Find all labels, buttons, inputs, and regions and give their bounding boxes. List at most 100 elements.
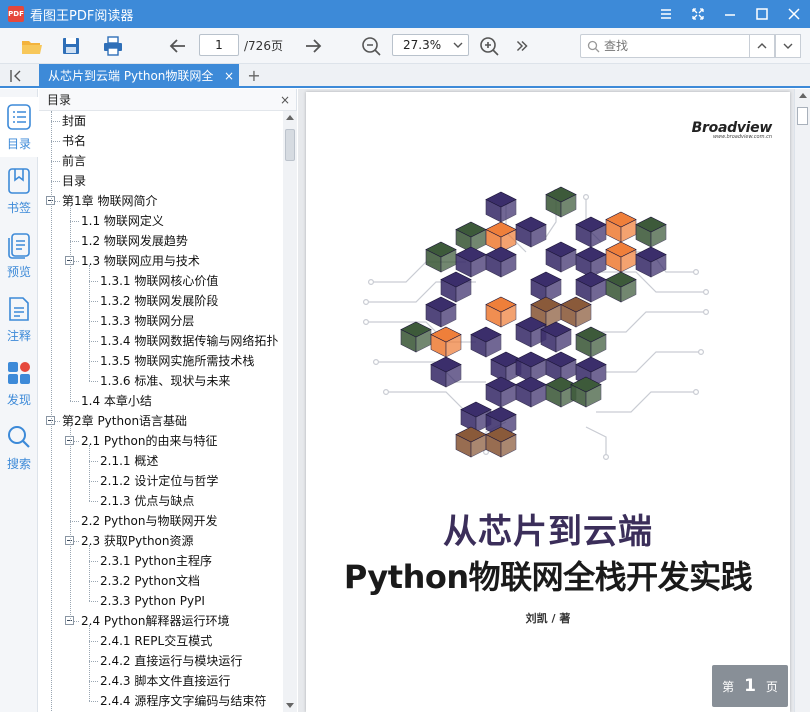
toc-connector — [89, 281, 98, 282]
toc-item[interactable]: 第1章 物联网简介 — [62, 191, 157, 211]
document-scroll-thumb[interactable] — [797, 107, 808, 125]
circuit-node — [583, 194, 590, 201]
toc-item[interactable]: 封面 — [62, 111, 86, 131]
toc-item[interactable]: 2.1.3 优点与缺点 — [100, 491, 194, 511]
toc-header: 目录 × — [39, 89, 296, 111]
arrow-right-icon — [306, 39, 322, 53]
open-file-button[interactable] — [18, 28, 44, 64]
nav-bookmarks[interactable]: 书签 — [0, 161, 38, 221]
tab-bar: 从芯片到云端 Python物联网全 × + — [0, 64, 810, 88]
toc-item[interactable]: 2.1 Python的由来与特征 — [81, 431, 218, 451]
menu-button[interactable] — [650, 0, 682, 28]
toc-item[interactable]: 2.4.4 源程序文字编码与结束符 — [100, 691, 266, 711]
toc-item[interactable]: 2.3.1 Python主程序 — [100, 551, 212, 571]
toc-item[interactable]: 1.3.3 物联网分层 — [100, 311, 194, 331]
minimize-icon — [725, 14, 735, 16]
search-next-button[interactable] — [775, 34, 801, 58]
toc-scrollbar[interactable] — [283, 111, 297, 712]
toc-connector — [89, 341, 98, 342]
scroll-up-arrow[interactable] — [799, 93, 807, 98]
toc-item[interactable]: 1.4 本章小结 — [81, 391, 152, 411]
toc-item[interactable]: 2.4.3 脚本文件直接运行 — [100, 671, 230, 691]
next-page-button[interactable] — [300, 28, 326, 64]
toc-item[interactable]: 2.1.2 设计定位与哲学 — [100, 471, 218, 491]
app-logo: PDF — [8, 6, 24, 22]
toc-item[interactable]: 2.4.2 直接运行与模块运行 — [100, 651, 242, 671]
toc-item[interactable]: 2.3.3 Python PyPI — [100, 591, 205, 611]
toc-item[interactable]: 2.2 Python与物联网开发 — [81, 511, 218, 531]
list-icon — [7, 104, 31, 130]
toc-item[interactable]: 1.3.6 标准、现状与未来 — [100, 371, 230, 391]
document-scrollbar[interactable] — [794, 89, 810, 712]
toc-item[interactable]: 2.1.1 概述 — [100, 451, 158, 471]
document-tab[interactable]: 从芯片到云端 Python物联网全 × — [39, 64, 239, 88]
nav-search[interactable]: 搜索 — [0, 417, 38, 477]
scroll-up-arrow[interactable] — [286, 115, 294, 120]
toc-connector — [51, 111, 52, 711]
scroll-down-arrow[interactable] — [286, 703, 294, 708]
toc-item[interactable]: 第2章 Python语言基础 — [62, 411, 187, 431]
toc-item[interactable]: 2.3.2 Python文档 — [100, 571, 200, 591]
zoom-value: 27.3% — [403, 38, 442, 52]
circuit-node — [373, 359, 380, 366]
toc-connector — [89, 361, 98, 362]
new-tab-button[interactable]: + — [245, 66, 263, 86]
toc-item[interactable]: 1.3.1 物联网核心价值 — [100, 271, 218, 291]
toc-item[interactable]: 2.4 Python解释器运行环境 — [81, 611, 230, 631]
toc-connector — [89, 481, 98, 482]
close-window-button[interactable] — [778, 0, 810, 28]
toc-item[interactable]: 2.4.1 REPL交互模式 — [100, 631, 212, 651]
toc-item[interactable]: 1.3 物联网应用与技术 — [81, 251, 200, 271]
zoom-out-button[interactable] — [358, 28, 384, 64]
zoom-in-button[interactable] — [476, 28, 502, 64]
more-tools-button[interactable] — [512, 28, 532, 64]
toc-item[interactable]: 书名 — [62, 131, 86, 151]
toc-scroll-thumb[interactable] — [285, 129, 295, 161]
search-previous-button[interactable] — [749, 34, 775, 58]
previous-page-button[interactable] — [165, 28, 191, 64]
print-button[interactable] — [100, 28, 126, 64]
toc-connector — [89, 545, 90, 601]
toc-item[interactable]: 1.2 物联网发展趋势 — [81, 231, 188, 251]
toc-item[interactable]: 1.3.2 物联网发展阶段 — [100, 291, 218, 311]
circuit-node — [383, 389, 390, 396]
save-button[interactable] — [58, 28, 84, 64]
nav-preview[interactable]: 预览 — [0, 225, 38, 285]
toolbar: 1 /726页 27.3% — [0, 28, 810, 64]
search-field[interactable] — [580, 34, 750, 58]
toc-item[interactable]: 目录 — [62, 171, 86, 191]
toc-connector — [89, 625, 90, 701]
close-icon — [788, 8, 800, 20]
collapse-sidebar-icon[interactable] — [8, 68, 26, 84]
close-toc-icon[interactable]: × — [280, 89, 290, 111]
page-indicator-suffix: 页 — [765, 679, 778, 694]
toc-item[interactable]: 前言 — [62, 151, 86, 171]
toc-item[interactable]: 1.1 物联网定义 — [81, 211, 164, 231]
toc-item[interactable]: 1.3.4 物联网数据传输与网络拓扑 — [100, 331, 278, 351]
minimize-button[interactable] — [714, 0, 746, 28]
app-title: 看图王PDF阅读器 — [30, 8, 134, 24]
document-tab-title: 从芯片到云端 Python物联网全 — [48, 69, 214, 83]
toc-item[interactable]: 2.3 获取Python资源 — [81, 531, 194, 551]
zoom-select[interactable]: 27.3% — [392, 34, 469, 56]
nav-discover[interactable]: 发现 — [0, 353, 38, 413]
toc-connector — [89, 445, 90, 501]
toc-connector — [51, 161, 60, 162]
toc-title: 目录 — [47, 93, 72, 107]
circuit-node — [693, 389, 700, 396]
close-tab-icon[interactable]: × — [224, 64, 234, 88]
book-title: 从芯片到云端 — [443, 512, 653, 552]
circuit-node — [703, 288, 710, 295]
toc-item[interactable]: 1.3.5 物联网实施所需技术栈 — [100, 351, 254, 371]
fullscreen-button[interactable] — [682, 0, 714, 28]
circuit-trace — [606, 351, 701, 373]
page-number-input[interactable]: 1 — [199, 34, 239, 56]
toc-connector — [89, 301, 98, 302]
nav-toc[interactable]: 目录 — [0, 97, 38, 157]
search-input[interactable] — [604, 39, 744, 53]
maximize-button[interactable] — [746, 0, 778, 28]
nav-preview-label: 预览 — [6, 265, 31, 279]
pdf-page: Broadview www.broadview.com.cn 从芯片到云端 Py… — [306, 92, 790, 712]
nav-annotations-label: 注释 — [6, 329, 31, 343]
nav-annotations[interactable]: 注释 — [0, 289, 38, 349]
